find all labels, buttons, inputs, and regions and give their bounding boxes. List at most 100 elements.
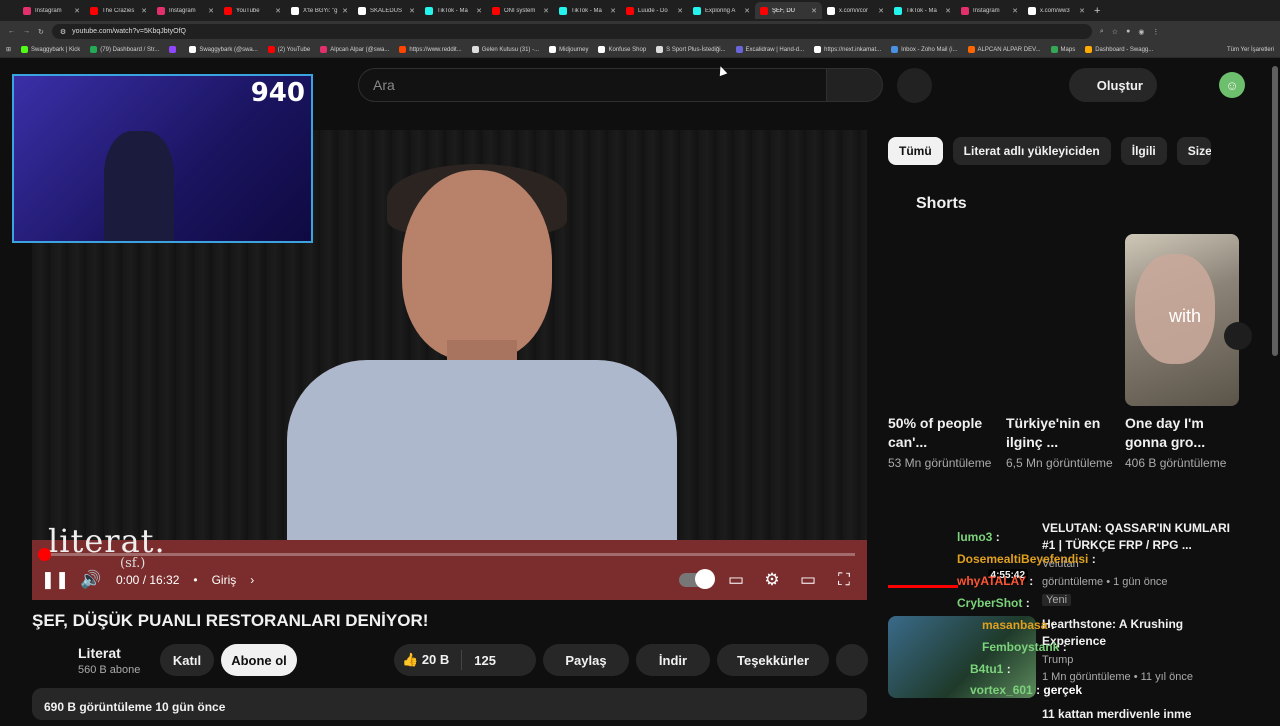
menu-icon[interactable]: ⋮	[1152, 28, 1159, 36]
browser-tab[interactable]: TikTok - Ma ✕	[420, 2, 487, 19]
more-actions-button[interactable]	[836, 644, 868, 676]
close-icon[interactable]: ✕	[543, 7, 549, 15]
chip-related[interactable]: İlgili	[1120, 137, 1167, 165]
browser-tab[interactable]: x.com/i/cor ✕	[822, 2, 889, 19]
chip-for-you[interactable]: Size	[1176, 137, 1211, 165]
bookmark-item[interactable]: Maps	[1050, 46, 1075, 53]
channel-avatar[interactable]	[32, 642, 70, 680]
search-input[interactable]: Ara	[358, 68, 826, 102]
short-item[interactable]: One day I'm gonna gro... 406 B görüntüle…	[1125, 414, 1235, 472]
browser-tab[interactable]: TikTok - Ma ✕	[889, 2, 956, 19]
close-icon[interactable]: ✕	[677, 7, 683, 15]
close-icon[interactable]: ✕	[744, 7, 750, 15]
avatar[interactable]: ☺	[1219, 72, 1245, 98]
chip-from-uploader[interactable]: Literat adlı yükleyiciden	[952, 137, 1111, 165]
bookmark-item[interactable]: Gelen Kutusu (31) -...	[471, 46, 539, 53]
browser-tab[interactable]: TikTok - Ma ✕	[554, 2, 621, 19]
forward-icon[interactable]: →	[23, 28, 30, 35]
browser-tab[interactable]: ONI system ✕	[487, 2, 554, 19]
close-icon[interactable]: ✕	[476, 7, 482, 15]
browser-tab[interactable]: The Crazies ✕	[85, 2, 152, 19]
back-icon[interactable]: ←	[8, 28, 15, 35]
address-bar[interactable]: ⚙ youtube.com/watch?v=5KbqJbtyOfQ	[51, 24, 1092, 39]
theater-mode-icon[interactable]: ▭	[797, 569, 819, 591]
bookmark-item[interactable]: Dashboard - Swagg...	[1085, 46, 1153, 53]
chip-all[interactable]: Tümü	[888, 137, 943, 165]
close-icon[interactable]: ✕	[208, 7, 214, 15]
browser-tab[interactable]: Instagram ✕	[18, 2, 85, 19]
bookmark-item[interactable]: (79) Dashboard / Str...	[90, 46, 159, 53]
bookmark-item[interactable]: https://www.reddit...	[399, 46, 462, 53]
close-icon[interactable]: ✕	[811, 7, 817, 15]
bookmark-item[interactable]: Alpcan Alpar (@swa...	[320, 46, 389, 53]
close-icon[interactable]: ✕	[74, 7, 80, 15]
close-icon[interactable]: ✕	[878, 7, 884, 15]
bookmark-item[interactable]: https://next.inkamat...	[814, 46, 881, 53]
browser-tab[interactable]: Instagram ✕	[152, 2, 219, 19]
bookmark-star-icon[interactable]: ☆	[1112, 28, 1118, 36]
join-button[interactable]: Katıl	[160, 644, 214, 676]
close-icon[interactable]: ✕	[945, 7, 951, 15]
bookmark-item[interactable]: (2) YouTube	[267, 46, 310, 53]
description-box[interactable]: 690 B görüntüleme 10 gün önce	[32, 688, 867, 720]
short-item[interactable]: Türkiye'nin en ilginç ... 6,5 Mn görüntü…	[1006, 414, 1116, 472]
close-icon[interactable]: ✕	[409, 7, 415, 15]
subtitles-icon[interactable]: ▭	[725, 569, 747, 591]
pause-icon[interactable]: ❚❚	[41, 569, 70, 591]
autoplay-toggle[interactable]	[679, 569, 715, 589]
voice-search-button[interactable]	[897, 68, 932, 103]
subscribe-button[interactable]: Abone ol	[221, 644, 297, 676]
bookmark-item[interactable]: S Sport Plus-İstediği...	[656, 46, 726, 53]
reload-icon[interactable]: ↻	[38, 28, 44, 36]
browser-tab[interactable]: Luude - Do ✕	[621, 2, 688, 19]
like-button[interactable]: 👍 20 B	[402, 652, 449, 668]
download-button[interactable]: İndir	[636, 644, 710, 676]
site-info-icon[interactable]: ⚙	[60, 28, 66, 36]
like-dislike-group: 👍 20 B 125	[394, 644, 536, 676]
bookmark-item[interactable]	[169, 46, 179, 53]
bookmark-item[interactable]: Inbox - Zoho Mail (i...	[891, 46, 958, 53]
browser-tab[interactable]: Exploring A ✕	[688, 2, 755, 19]
progress-bar[interactable]	[44, 553, 855, 556]
profile-icon[interactable]: ◉	[1138, 28, 1144, 36]
settings-gear-icon[interactable]: ⚙	[761, 569, 783, 591]
close-icon[interactable]: ✕	[275, 7, 281, 15]
close-icon[interactable]: ✕	[141, 7, 147, 15]
bookmark-item[interactable]: Konfuse Shop	[598, 46, 646, 53]
shorts-next-button[interactable]	[1224, 322, 1252, 350]
page-scrollbar[interactable]	[1272, 66, 1278, 356]
bookmark-item[interactable]: ALPCAN ALPAR DEV...	[967, 46, 1041, 53]
bookmark-item[interactable]: Excalidraw | Hand-d...	[735, 46, 804, 53]
all-bookmarks-button[interactable]: Tüm Yer İşaretleri	[1227, 47, 1274, 53]
browser-tab[interactable]: X'te BGYi: "g ✕	[286, 2, 353, 19]
bookmark-item[interactable]: Swaggybark (@swa...	[189, 46, 258, 53]
browser-tab[interactable]: ŞEF, DÜ ✕	[755, 2, 822, 19]
close-icon[interactable]: ✕	[610, 7, 616, 15]
search-icon[interactable]: ⌕	[1100, 28, 1104, 36]
browser-tab[interactable]: x.com/ww3 ✕	[1023, 2, 1090, 19]
browser-tab[interactable]: SKALEDUS ✕	[353, 2, 420, 19]
short-item[interactable]: 50% of people can'... 53 Mn görüntüleme	[888, 414, 998, 472]
dislike-button[interactable]: 125	[474, 653, 496, 668]
chapter-label[interactable]: Giriş	[212, 573, 237, 587]
bookmark-item[interactable]: Midjourney	[549, 46, 588, 53]
short-thumbnail[interactable]: with	[1125, 234, 1239, 406]
browser-tab[interactable]: Instagram ✕	[956, 2, 1023, 19]
recommendation-item[interactable]: 11 kattan merdivenle inme	[888, 706, 1248, 726]
create-button[interactable]: Oluştur	[1069, 68, 1157, 102]
fullscreen-icon[interactable]: ⛶	[833, 569, 855, 591]
share-button[interactable]: Paylaş	[543, 644, 629, 676]
close-icon[interactable]: ✕	[1079, 7, 1085, 15]
chevron-right-icon[interactable]: ›	[250, 573, 254, 587]
search-button[interactable]	[826, 68, 883, 102]
close-icon[interactable]: ✕	[342, 7, 348, 15]
thanks-button[interactable]: Teşekkürler	[717, 644, 829, 676]
browser-tab[interactable]: YouTube ✕	[219, 2, 286, 19]
new-tab-icon[interactable]: +	[1094, 5, 1100, 17]
channel-name[interactable]: Literat	[78, 645, 121, 661]
volume-icon[interactable]: 🔊	[80, 569, 102, 591]
bookmark-item[interactable]: Swaggybark | Kick	[21, 46, 80, 53]
close-icon[interactable]: ✕	[1012, 7, 1018, 15]
apps-icon[interactable]: ⊞	[6, 46, 11, 53]
extension-icon[interactable]: ●	[1126, 28, 1130, 35]
